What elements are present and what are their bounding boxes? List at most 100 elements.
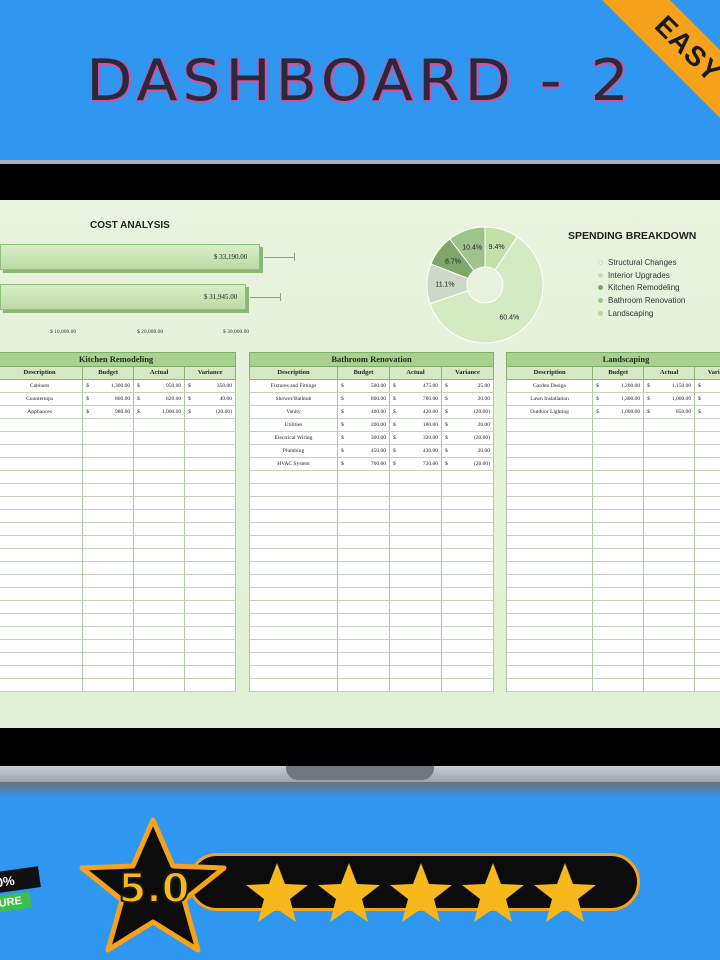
empty-cell[interactable] [83,510,135,523]
empty-cell[interactable] [0,536,84,549]
empty-cell[interactable] [593,523,645,536]
empty-cell[interactable] [0,419,84,432]
empty-cell[interactable] [644,562,696,575]
empty-cell[interactable] [593,562,645,575]
empty-cell[interactable] [644,601,696,614]
empty-cell[interactable] [250,614,338,627]
cell-variance[interactable]: $ (20.00) [442,458,494,471]
empty-cell[interactable] [695,549,720,562]
cell-budget[interactable]: $980.00 [83,406,135,419]
empty-cell[interactable] [442,653,494,666]
empty-cell[interactable] [593,666,645,679]
empty-cell[interactable] [185,432,236,445]
empty-cell[interactable] [185,536,236,549]
empty-cell[interactable] [390,549,442,562]
empty-cell[interactable] [338,497,390,510]
empty-cell[interactable] [390,588,442,601]
empty-cell[interactable] [507,601,594,614]
empty-cell[interactable] [695,575,720,588]
cell-description[interactable]: Outdoor Lighting [507,406,594,419]
empty-cell[interactable] [442,523,494,536]
empty-cell[interactable] [83,562,135,575]
empty-cell[interactable] [593,679,645,692]
empty-cell[interactable] [134,666,186,679]
empty-cell[interactable] [134,536,186,549]
empty-cell[interactable] [338,575,390,588]
empty-cell[interactable] [83,432,135,445]
empty-cell[interactable] [338,588,390,601]
empty-cell[interactable] [593,601,645,614]
empty-cell[interactable] [185,653,236,666]
empty-cell[interactable] [0,679,84,692]
empty-cell[interactable] [593,627,645,640]
empty-cell[interactable] [0,510,84,523]
empty-cell[interactable] [507,510,594,523]
empty-cell[interactable] [250,679,338,692]
empty-cell[interactable] [507,666,594,679]
empty-cell[interactable] [593,471,645,484]
empty-cell[interactable] [134,419,186,432]
cell-budget[interactable]: $200.00 [338,419,390,432]
cell-variance[interactable]: $ [695,406,720,419]
empty-cell[interactable] [695,445,720,458]
cell-actual[interactable]: $720.00 [390,458,442,471]
empty-cell[interactable] [185,471,236,484]
cell-actual[interactable]: $850.00 [644,406,696,419]
empty-cell[interactable] [644,614,696,627]
cell-variance[interactable]: $ [695,393,720,406]
empty-cell[interactable] [83,484,135,497]
cell-description[interactable]: Plumbing [250,445,338,458]
cell-variance[interactable]: $25.00 [442,380,494,393]
cell-budget[interactable]: $1,300.00 [593,393,645,406]
empty-cell[interactable] [338,640,390,653]
empty-cell[interactable] [185,484,236,497]
empty-cell[interactable] [185,601,236,614]
cell-budget[interactable]: $1,000.00 [593,406,645,419]
cell-description[interactable]: Utilities [250,419,338,432]
empty-cell[interactable] [185,510,236,523]
empty-cell[interactable] [507,627,594,640]
empty-cell[interactable] [644,549,696,562]
empty-cell[interactable] [134,484,186,497]
empty-cell[interactable] [250,562,338,575]
cell-actual[interactable]: $475.00 [390,380,442,393]
empty-cell[interactable] [644,640,696,653]
cell-actual[interactable]: $950.00 [134,380,186,393]
cell-variance[interactable]: $350.00 [185,380,236,393]
cell-variance[interactable]: $ [695,380,720,393]
empty-cell[interactable] [695,614,720,627]
empty-cell[interactable] [593,575,645,588]
empty-cell[interactable] [0,640,84,653]
empty-cell[interactable] [390,653,442,666]
empty-cell[interactable] [644,588,696,601]
empty-cell[interactable] [250,666,338,679]
empty-cell[interactable] [507,445,594,458]
empty-cell[interactable] [338,614,390,627]
empty-cell[interactable] [83,627,135,640]
empty-cell[interactable] [593,549,645,562]
empty-cell[interactable] [185,445,236,458]
empty-cell[interactable] [507,614,594,627]
cell-actual[interactable]: $430.00 [390,445,442,458]
empty-cell[interactable] [695,523,720,536]
empty-cell[interactable] [507,497,594,510]
cell-actual[interactable]: $820.00 [134,393,186,406]
cell-actual[interactable]: $780.00 [390,393,442,406]
empty-cell[interactable] [442,562,494,575]
empty-cell[interactable] [0,562,84,575]
empty-cell[interactable] [593,497,645,510]
empty-cell[interactable] [0,497,84,510]
cell-actual[interactable]: $1,000.00 [644,393,696,406]
empty-cell[interactable] [134,601,186,614]
empty-cell[interactable] [695,640,720,653]
empty-cell[interactable] [338,510,390,523]
empty-cell[interactable] [507,471,594,484]
empty-cell[interactable] [250,549,338,562]
cell-variance[interactable]: $20.00 [442,419,494,432]
empty-cell[interactable] [442,510,494,523]
empty-cell[interactable] [695,458,720,471]
empty-cell[interactable] [644,419,696,432]
empty-cell[interactable] [695,653,720,666]
empty-cell[interactable] [507,523,594,536]
empty-cell[interactable] [507,458,594,471]
